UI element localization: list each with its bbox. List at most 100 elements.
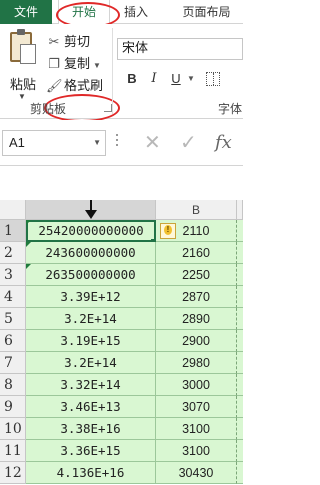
cell-c[interactable] xyxy=(237,264,243,286)
cell-b[interactable]: 3100 xyxy=(156,418,237,440)
cell-a[interactable]: 3.39E+12 xyxy=(26,286,156,308)
column-header-b[interactable]: B xyxy=(156,200,237,220)
paintbrush-icon: 🖌 xyxy=(46,78,63,93)
copy-icon: ❐ xyxy=(48,56,60,71)
cell-a[interactable]: 3.32E+14 xyxy=(26,374,156,396)
cell-b[interactable]: 2900 xyxy=(156,330,237,352)
cell-a[interactable]: 3.2E+14 xyxy=(26,308,156,330)
cell-b[interactable]: 2870 xyxy=(156,286,237,308)
error-indicator-icon xyxy=(26,242,31,247)
row-header[interactable]: 7 xyxy=(0,352,26,374)
underline-button[interactable]: U xyxy=(167,68,185,90)
row-header[interactable]: 5 xyxy=(0,308,26,330)
row-header[interactable]: 3 xyxy=(0,264,26,286)
column-header-next[interactable] xyxy=(237,200,243,220)
cell-c[interactable] xyxy=(237,418,243,440)
font-name-box[interactable]: 宋体 xyxy=(117,38,243,60)
column-select-arrow-icon xyxy=(84,200,98,222)
cell-c[interactable] xyxy=(237,308,243,330)
chevron-down-icon[interactable]: ▼ xyxy=(93,61,101,70)
scissors-icon: ✂ xyxy=(48,34,60,49)
select-all-corner[interactable] xyxy=(0,200,26,220)
cell-b[interactable]: 3070 xyxy=(156,396,237,418)
cell-a[interactable]: 3.38E+16 xyxy=(26,418,156,440)
font-group-label: 字体 xyxy=(218,102,243,116)
row-header[interactable]: 8 xyxy=(0,374,26,396)
cell-c[interactable] xyxy=(237,220,243,242)
table-row: 3 263500000000 2250 xyxy=(0,264,243,286)
error-indicator-icon xyxy=(26,264,31,269)
cell-c[interactable] xyxy=(237,396,243,418)
row-header[interactable]: 2 xyxy=(0,242,26,264)
borders-icon[interactable] xyxy=(206,72,220,86)
cell-a[interactable]: 4.136E+16 xyxy=(26,462,156,484)
cell-c[interactable] xyxy=(237,462,243,484)
warning-icon[interactable]: ! xyxy=(160,223,176,239)
cell-c[interactable] xyxy=(237,352,243,374)
cell-c[interactable] xyxy=(237,374,243,396)
row-header[interactable]: 6 xyxy=(0,330,26,352)
cell-c[interactable] xyxy=(237,286,243,308)
cell-a[interactable]: 3.36E+15 xyxy=(26,440,156,462)
cell-b[interactable]: 30430 xyxy=(156,462,237,484)
cell-b[interactable]: 2890 xyxy=(156,308,237,330)
cut-button[interactable]: ✂ 剪切 xyxy=(46,32,90,52)
tab-file[interactable]: 文件 xyxy=(0,0,52,24)
table-row: 4 3.39E+12 2870 xyxy=(0,286,243,308)
cell-b[interactable]: 3000 xyxy=(156,374,237,396)
cell-a[interactable]: 3.2E+14 xyxy=(26,352,156,374)
cell-a[interactable]: 25420000000000 xyxy=(26,220,156,242)
row-header[interactable]: 12 xyxy=(0,462,26,484)
table-row: 10 3.38E+16 3100 xyxy=(0,418,243,440)
tab-insert[interactable]: 插入 xyxy=(114,0,158,24)
paste-label: 粘贴 xyxy=(10,77,37,92)
cell-a[interactable]: 243600000000 xyxy=(26,242,156,264)
worksheet-grid: B 1 25420000000000 2110! 2 243600000000 2160 3… xyxy=(0,166,243,485)
formula-bar-grip[interactable] xyxy=(116,134,120,152)
row-header[interactable]: 1 xyxy=(0,220,26,242)
cell-a[interactable]: 263500000000 xyxy=(26,264,156,286)
table-row: 9 3.46E+13 3070 xyxy=(0,396,243,418)
table-row: 5 3.2E+14 2890 xyxy=(0,308,243,330)
ribbon-tab-bar: 文件 开始 插入 页面布局 xyxy=(0,0,243,25)
format-painter-button[interactable]: 🖌格式刷 xyxy=(46,76,103,96)
bold-button[interactable]: B xyxy=(123,68,141,90)
chevron-down-icon[interactable]: ▼ xyxy=(18,92,26,101)
cell-b[interactable]: 3100 xyxy=(156,440,237,462)
italic-button[interactable]: I xyxy=(145,68,163,90)
chevron-down-icon[interactable]: ▼ xyxy=(93,131,101,155)
cancel-icon[interactable]: ✕ xyxy=(144,130,161,156)
insert-function-button[interactable]: fx xyxy=(215,130,232,156)
row-header[interactable]: 10 xyxy=(0,418,26,440)
error-indicator-icon xyxy=(26,220,31,225)
row-header[interactable]: 4 xyxy=(0,286,26,308)
clipboard-dialog-launcher[interactable] xyxy=(104,104,112,112)
table-row: 1 25420000000000 2110! xyxy=(0,220,243,244)
table-row: 11 3.36E+15 3100 xyxy=(0,440,243,462)
row-header[interactable]: 9 xyxy=(0,396,26,418)
formula-bar: A1 ▼ ✕ ✓ fx xyxy=(0,120,243,166)
table-row: 6 3.19E+15 2900 xyxy=(0,330,243,352)
paste-button[interactable]: 粘贴 ▼ xyxy=(2,29,40,101)
chevron-down-icon[interactable]: ▼ xyxy=(187,68,195,90)
tab-page-layout[interactable]: 页面布局 xyxy=(170,0,243,24)
cell-a[interactable]: 3.46E+13 xyxy=(26,396,156,418)
table-row: 7 3.2E+14 2980 xyxy=(0,352,243,374)
table-row: 12 4.136E+16 30430 xyxy=(0,462,243,484)
table-row: 8 3.32E+14 3000 xyxy=(0,374,243,396)
cell-b[interactable]: 2160 xyxy=(156,242,237,264)
copy-button[interactable]: ❐ 复制 ▼ xyxy=(46,54,101,74)
ribbon-home-panel: 粘贴 ▼ ✂ 剪切 ❐ 复制 ▼ 🖌格式刷 剪贴板 宋体 B I U ▼ 字体 xyxy=(0,24,243,122)
table-row: 2 243600000000 2160 xyxy=(0,242,243,264)
tab-home[interactable]: 开始 xyxy=(58,0,110,25)
row-header[interactable]: 11 xyxy=(0,440,26,462)
enter-icon[interactable]: ✓ xyxy=(180,130,197,156)
cell-c[interactable] xyxy=(237,242,243,264)
cell-b[interactable]: 2980 xyxy=(156,352,237,374)
cell-c[interactable] xyxy=(237,440,243,462)
cell-c[interactable] xyxy=(237,330,243,352)
cell-b[interactable]: 2250 xyxy=(156,264,237,286)
name-box[interactable]: A1 ▼ xyxy=(2,130,106,156)
cell-a[interactable]: 3.19E+15 xyxy=(26,330,156,352)
clipboard-group-label: 剪贴板 xyxy=(30,102,67,116)
